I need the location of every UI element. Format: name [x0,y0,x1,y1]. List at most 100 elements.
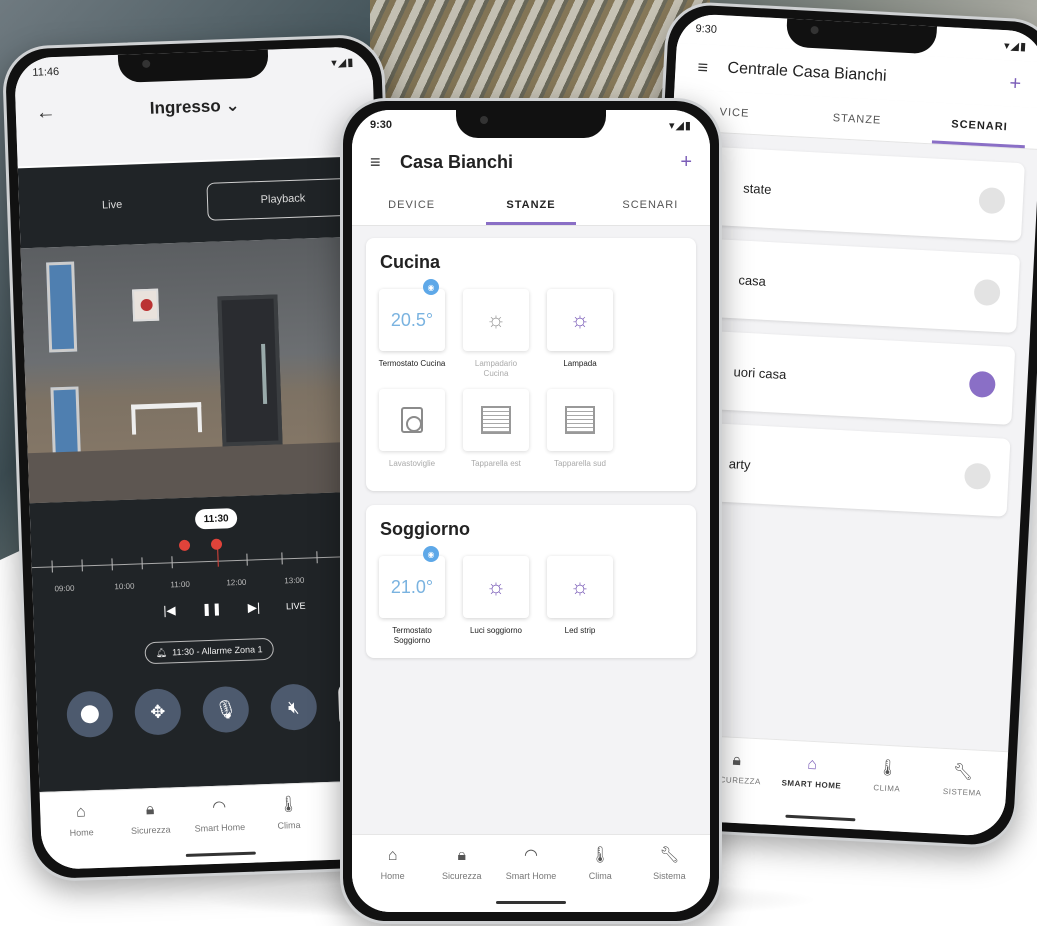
lightbulb-icon: ☼ [485,574,507,599]
move-icon[interactable]: ✥ [134,688,182,736]
device-tile[interactable] [463,389,529,451]
nav-clima[interactable]: 🌡︎ CLIMA [847,758,926,833]
menu-icon[interactable]: ≡ [370,152,400,173]
playback-controls: |◀ ❚❚ ▶| LIVE [163,599,306,617]
flame-icon: ◉ [423,279,439,295]
live-link[interactable]: LIVE [286,601,306,612]
device-tile[interactable]: ◉ 21.0° [379,546,445,618]
pause-icon[interactable]: ❚❚ [201,602,222,617]
wifi-icon: ◠ [524,847,538,864]
back-arrow-icon[interactable]: ← [35,100,66,124]
device-tile[interactable]: ☼ [547,289,613,351]
tab-device[interactable]: DEVICE [352,184,471,225]
device-shutter[interactable]: Tapparella sud [546,389,614,479]
temperature-value: 20.5° [390,309,434,330]
add-icon[interactable]: + [680,151,692,174]
timeline-tick [316,551,318,564]
room-title: Soggiorno [380,519,470,539]
device-label: Termostato Soggiorno [392,626,432,645]
nav-label: Sicurezza [130,824,171,836]
record-button[interactable] [66,690,114,739]
nav-home[interactable]: ⌂ Home [46,802,117,869]
scenario-toggle[interactable] [968,370,996,399]
timeline-track[interactable] [31,554,390,569]
device-tile[interactable] [547,389,613,451]
alarm-event-chip[interactable]: 🔔︎ 11:30 - Allarme Zona 1 [144,637,274,665]
scenario-toggle[interactable] [963,462,992,490]
flame-icon: ◉ [423,546,439,562]
device-label: Tapparella est [471,459,521,468]
device-grid: ◉ 20.5° Termostato Cucina ☼ Lampadario C… [378,279,684,479]
timeline-tick [281,552,283,565]
nav-label: Home [380,871,405,881]
camera-feed[interactable] [20,235,388,504]
device-tile[interactable] [379,389,445,451]
camera-selector[interactable]: Ingresso ⌄ [65,92,354,122]
phone-stanze: 9:30 ▾◢▮ ≡ Casa Bianchi + DEVICE STANZE … [340,98,722,924]
nav-sistema[interactable]: 🔧︎ Sistema [635,847,704,912]
playhead[interactable] [217,546,219,567]
menu-icon[interactable]: ≡ [697,57,728,80]
playback-button[interactable]: Playback [206,177,360,221]
signal-battery-icon: ▾◢▮ [1003,39,1028,53]
scenario-card[interactable]: state [681,145,1025,242]
current-time-bubble: 11:30 [194,507,238,530]
view-mode-switch: Live Playback [17,155,379,249]
phone-notch [117,47,269,83]
device-tile[interactable]: ☼ [547,556,613,618]
hour-label: 11:00 [170,579,190,590]
wifi-icon: ◠ [211,798,227,817]
timeline-tick [171,556,173,569]
signal-battery-icon: ▾◢▮ [331,56,355,69]
nav-label: Smart Home [505,871,557,881]
app-header: ≡ Casa Bianchi + [352,140,710,184]
microphone-icon[interactable]: 🎙︎ [201,685,250,734]
nav-sicurezza[interactable]: 🔒︎ Sicurezza [427,847,496,912]
nav-home[interactable]: ⌂ Home [358,847,427,912]
scenario-toggle[interactable] [973,278,1001,307]
device-label: Lavastoviglie [388,459,436,468]
event-marker[interactable] [178,539,191,552]
device-light[interactable]: ☼ Luci soggiorno [462,556,530,646]
skip-forward-icon[interactable]: ▶| [247,600,260,614]
mute-icon[interactable]: 🔇︎ [269,683,318,731]
live-button[interactable]: Live [37,184,188,227]
wrench-icon: 🔧︎ [952,763,975,782]
timeline-tick [141,557,143,570]
device-appliance[interactable]: Lavastoviglie [378,389,446,479]
device-grid: ◉ 21.0° Termostato Soggiorno ☼ Luci sogg… [378,546,684,646]
device-shutter[interactable]: Tapparella est [462,389,530,479]
scenario-card[interactable]: casa [676,237,1021,334]
device-thermostat[interactable]: ◉ 21.0° Termostato Soggiorno [378,546,446,646]
tab-scenari[interactable]: SCENARI [917,102,1037,149]
scenario-card[interactable]: uori casa [671,329,1016,425]
status-time: 9:30 [695,22,718,36]
thermometer-icon: 🌡︎ [877,759,899,778]
nav-clima[interactable]: 🌡︎ Clima [253,795,324,862]
nav-label: Smart Home [194,821,246,834]
device-tile[interactable]: ☼ [463,289,529,351]
nav-sistema[interactable]: 🔧︎ SISTEMA [922,762,1001,837]
device-tile[interactable]: ☼ [463,556,529,618]
device-light[interactable]: ☼ Lampada [546,289,614,379]
tab-stanze[interactable]: STANZE [471,184,590,225]
hour-label: 10:00 [114,581,135,592]
nav-clima[interactable]: 🌡︎ Clima [566,847,635,912]
nav-label: Clima [277,819,301,831]
scenario-toggle[interactable] [978,186,1006,215]
device-light[interactable]: ☼ Led strip [546,556,614,646]
lock-icon: 🔒︎ [457,847,467,864]
tab-stanze[interactable]: STANZE [795,95,920,142]
device-light[interactable]: ☼ Lampadario Cucina [462,289,530,379]
device-thermostat[interactable]: ◉ 20.5° Termostato Cucina [378,279,446,379]
add-icon[interactable]: + [1009,72,1022,96]
skip-back-icon[interactable]: |◀ [163,603,176,617]
device-tile[interactable]: ◉ 20.5° [379,279,445,351]
phone-notch [456,110,606,138]
nav-sicurezza[interactable]: 🔒︎ Sicurezza [115,800,186,867]
device-label: Luci soggiorno [469,626,523,635]
bell-icon: 🔔︎ [155,647,168,658]
tab-scenari[interactable]: SCENARI [591,184,710,225]
temperature-value: 21.0° [390,576,434,597]
shutter-icon [481,406,511,434]
